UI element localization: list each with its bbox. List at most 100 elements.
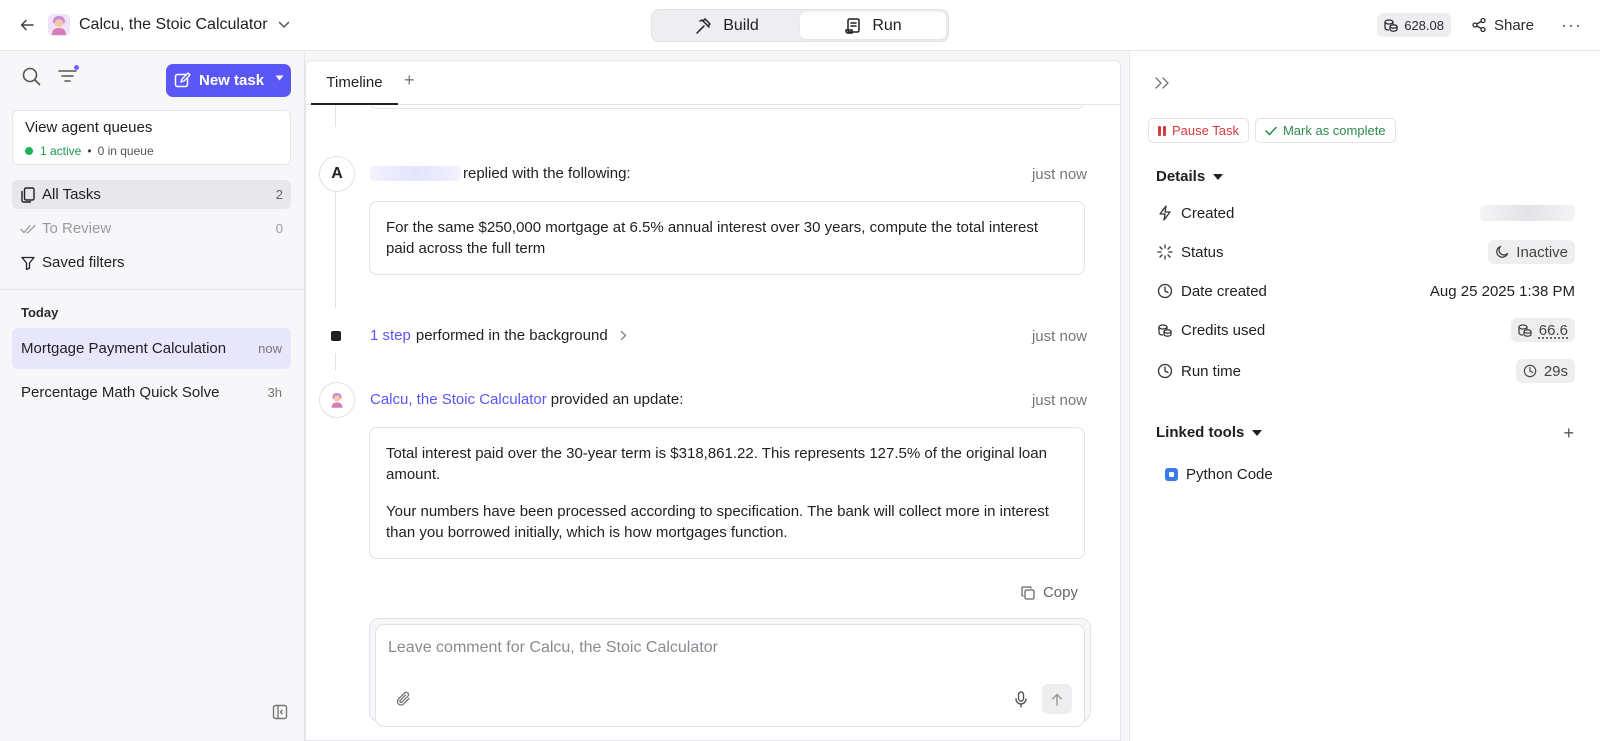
agent-message-card: Total interest paid over the 30-year ter… [369, 427, 1085, 559]
back-arrow-icon[interactable] [16, 14, 38, 36]
scroll-icon [844, 17, 862, 35]
copy-label: Copy [1042, 584, 1078, 601]
detail-label: Run time [1181, 362, 1242, 380]
copy-icon [20, 186, 36, 203]
credits-used-badge[interactable]: 66.6 [1510, 318, 1575, 342]
timeline-connector [335, 192, 336, 308]
send-button[interactable] [1042, 684, 1072, 714]
user-avatar: A [319, 156, 355, 192]
loader-icon [1156, 244, 1173, 261]
detail-label: Status [1181, 243, 1224, 261]
agent-queues-card[interactable]: View agent queues 1 active • 0 in queue [12, 110, 291, 165]
python-code-icon [1165, 468, 1178, 481]
new-task-label: New task [199, 72, 265, 89]
share-icon [1471, 17, 1487, 33]
agent-name-link[interactable]: Calcu, the Stoic Calculator [370, 391, 547, 408]
coins-icon [1518, 323, 1532, 337]
add-tab-icon[interactable]: + [404, 70, 415, 91]
build-mode-button[interactable]: Build [654, 12, 800, 39]
mark-complete-button[interactable]: Mark as complete [1254, 118, 1396, 143]
chevron-down-icon[interactable] [278, 21, 290, 29]
detail-label: Created [1181, 204, 1235, 222]
nav-count: 0 [275, 221, 283, 236]
task-actions: Pause Task Mark as complete [1148, 118, 1396, 143]
nav-all-tasks[interactable]: All Tasks 2 [12, 180, 291, 209]
tab-timeline[interactable]: Timeline [311, 61, 398, 105]
active-status-dot [25, 147, 33, 155]
microphone-icon[interactable] [1014, 691, 1028, 708]
detail-label: Credits used [1181, 321, 1266, 339]
detail-label: Date created [1181, 282, 1267, 300]
nav-label: Saved filters [42, 254, 125, 271]
task-item[interactable]: Mortgage Payment Calculation now [12, 328, 291, 369]
coins-icon [1384, 18, 1398, 32]
run-label: Run [872, 16, 902, 34]
agent-header: Calcu, the Stoic Calculator [16, 12, 290, 38]
pause-task-button[interactable]: Pause Task [1148, 118, 1249, 143]
step-event-row[interactable]: 1 step performed in the background [370, 327, 627, 344]
detail-value: 29s [1515, 359, 1575, 383]
details-section-toggle[interactable]: Details [1156, 168, 1224, 185]
share-label: Share [1493, 16, 1535, 34]
copy-button[interactable]: Copy [1021, 584, 1078, 601]
timeline-panel: Timeline + A replied with the following:… [305, 60, 1121, 741]
pause-label: Pause Task [1172, 123, 1239, 138]
message-text: For the same $250,000 mortgage at 6.5% a… [386, 219, 1039, 257]
active-count: 1 active [40, 144, 82, 158]
paperclip-icon[interactable] [396, 691, 411, 707]
linked-tools-heading: Linked tools [1156, 424, 1245, 441]
sidebar-nav: All Tasks 2 To Review 0 Saved filters [12, 180, 291, 282]
more-options-icon[interactable]: ··· [1561, 15, 1582, 36]
message-paragraph: Your numbers have been processed accordi… [386, 503, 1049, 541]
task-item[interactable]: Percentage Math Quick Solve 3h [12, 372, 291, 413]
nav-to-review[interactable]: To Review 0 [12, 214, 291, 243]
linked-tools-toggle[interactable]: Linked tools [1156, 424, 1263, 441]
update-event-header: Calcu, the Stoic Calculator provided an … [370, 391, 683, 408]
tool-name: Python Code [1186, 466, 1273, 483]
run-time-badge: 29s [1515, 359, 1575, 383]
message-paragraph: Total interest paid over the 30-year ter… [386, 445, 1047, 483]
linked-tool-item[interactable]: Python Code [1165, 466, 1273, 483]
credits-used-value: 66.6 [1538, 321, 1568, 339]
step-link[interactable]: 1 step [370, 327, 411, 344]
task-name: Percentage Math Quick Solve [21, 384, 220, 401]
separator-dot: • [87, 144, 92, 158]
clock-icon [1156, 363, 1173, 380]
redacted-user-name [370, 166, 461, 181]
header-actions: 628.08 Share ··· [1377, 12, 1582, 38]
details-heading: Details [1156, 168, 1206, 185]
caret-down-icon[interactable] [275, 75, 284, 81]
detail-row-status: Status Inactive [1156, 240, 1575, 264]
agent-name[interactable]: Calcu, the Stoic Calculator [79, 16, 268, 34]
agent-avatar [48, 14, 70, 36]
timeline-connector [335, 353, 336, 371]
search-icon[interactable] [20, 65, 42, 87]
composer-box [375, 624, 1085, 727]
nav-saved-filters[interactable]: Saved filters [12, 248, 291, 277]
sidebar-divider [0, 289, 305, 290]
comment-input[interactable] [388, 639, 988, 657]
filter-lines-icon[interactable] [56, 65, 79, 87]
credits-badge[interactable]: 628.08 [1377, 13, 1451, 37]
nav-label: All Tasks [42, 186, 101, 203]
complete-label: Mark as complete [1282, 123, 1386, 138]
build-label: Build [723, 16, 759, 34]
check-icon [1265, 126, 1277, 136]
new-task-button[interactable]: New task [166, 64, 291, 97]
date-created-value: Aug 25 2025 1:38 PM [1429, 282, 1575, 300]
run-time-value: 29s [1543, 362, 1568, 380]
collapse-sidebar-icon[interactable] [272, 704, 288, 720]
reply-event-header: replied with the following: [370, 165, 631, 182]
add-tool-icon[interactable]: + [1563, 423, 1574, 444]
top-bar: Calcu, the Stoic Calculator Build Run 62… [0, 0, 1600, 51]
step-text: performed in the background [415, 327, 608, 344]
task-name: Mortgage Payment Calculation [21, 340, 227, 357]
run-mode-button[interactable]: Run [800, 12, 946, 39]
sidebar: New task View agent queues 1 active • 0 … [0, 51, 305, 741]
collapse-panel-icon[interactable] [1154, 76, 1170, 90]
detail-row-created: Created [1156, 201, 1575, 225]
share-button[interactable]: Share [1471, 17, 1534, 34]
chevron-right-icon[interactable] [620, 330, 627, 341]
queues-title: View agent queues [25, 119, 153, 136]
detail-value: Inactive [1488, 240, 1575, 264]
